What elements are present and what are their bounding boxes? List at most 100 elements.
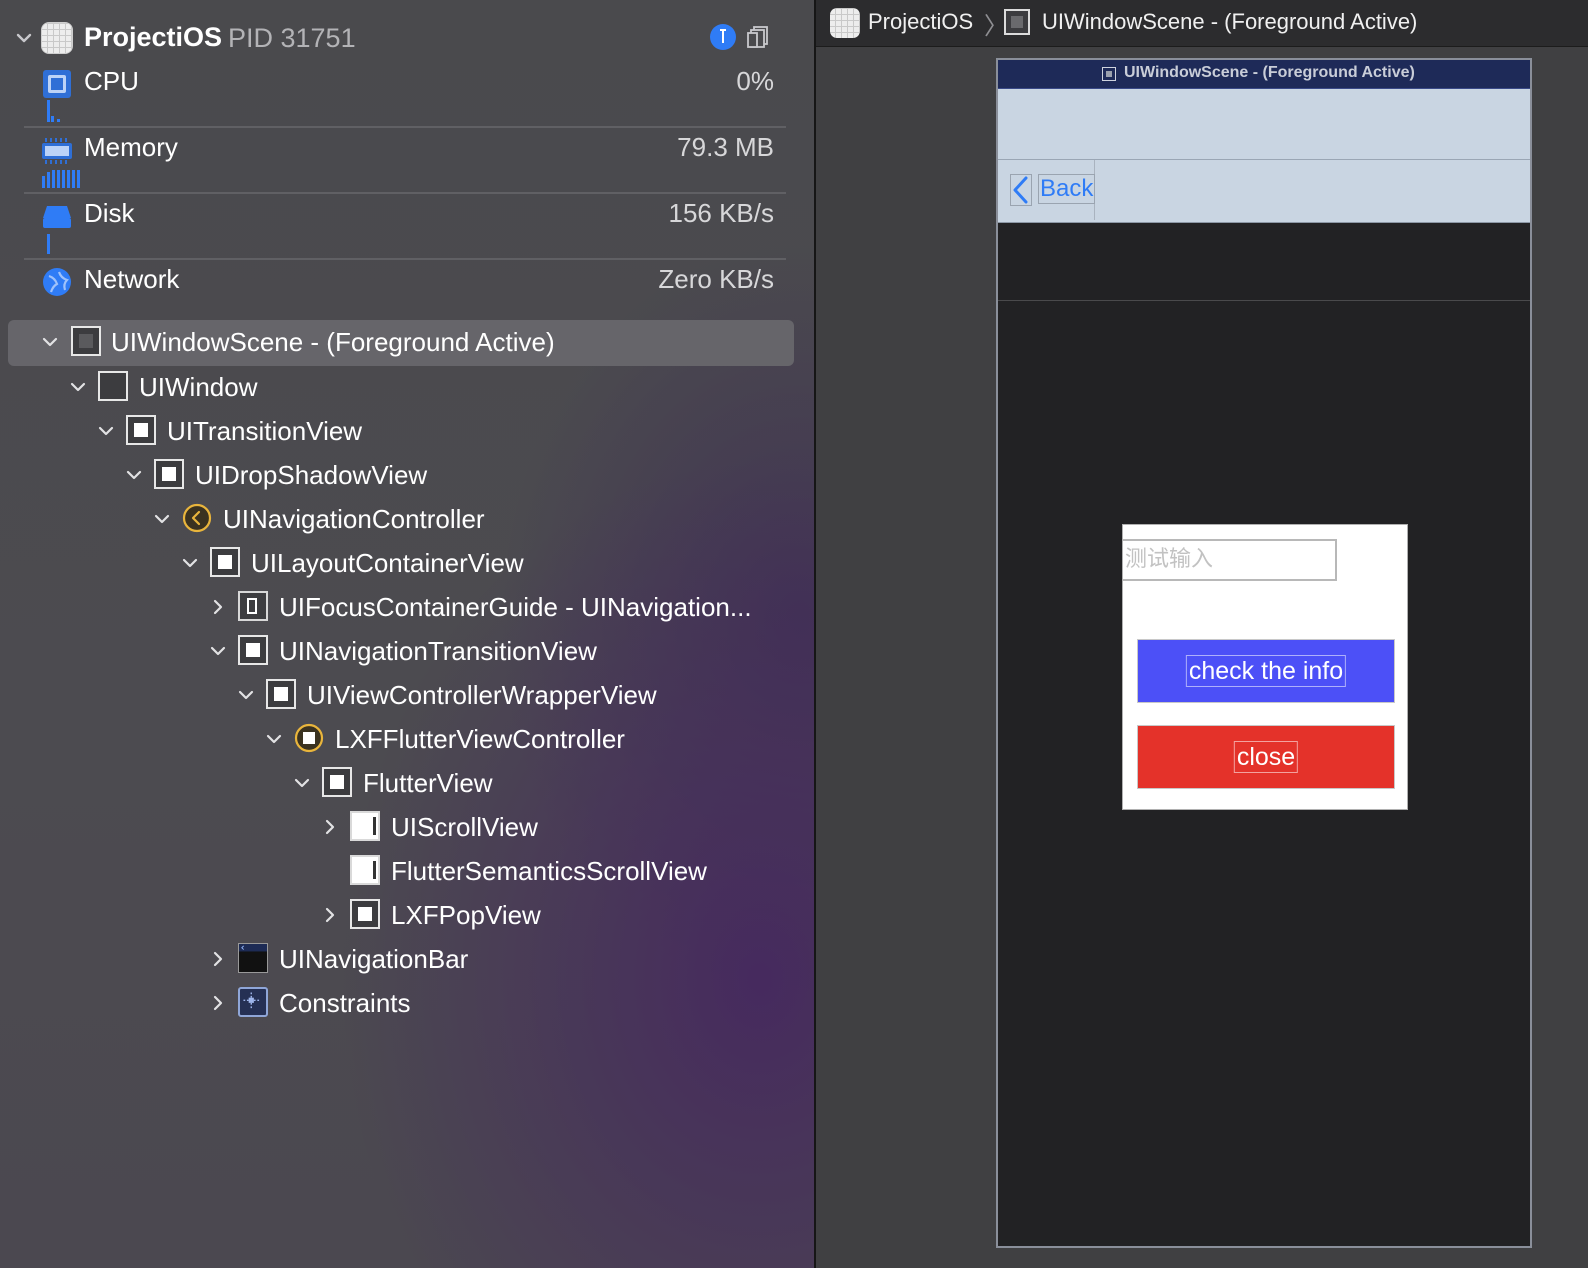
jump-bar-app[interactable]: ProjectiOS [868, 9, 973, 35]
navigation-bar-view[interactable]: Back [998, 160, 1530, 223]
chevron-right-icon[interactable] [210, 951, 226, 967]
gauge-value: 156 KB/s [668, 198, 774, 228]
pop-view[interactable]: check the info close [1122, 524, 1408, 810]
tree-item-constraints[interactable]: Constraints [0, 981, 814, 1025]
tree-item-uinavigationbar[interactable]: UINavigationBar [0, 937, 814, 981]
process-row[interactable]: ProjectiOS PID 31751 [0, 16, 814, 60]
scene-icon [1102, 67, 1116, 81]
scrollview-icon [350, 811, 380, 841]
chevron-down-icon[interactable] [154, 511, 170, 527]
constraints-icon [238, 987, 268, 1017]
view-icon [126, 415, 156, 445]
window-icon [98, 371, 128, 401]
chevron-down-icon[interactable] [266, 731, 282, 747]
gauge-value: 79.3 MB [677, 132, 774, 162]
view-icon [210, 547, 240, 577]
chevron-down-icon[interactable] [14, 28, 34, 48]
tree-item-uidropshadowview[interactable]: UIDropShadowView [0, 453, 814, 497]
debug-navigator: ProjectiOS PID 31751 CPU 0% Memory 79.3 … [0, 0, 814, 1268]
gauge-label: Memory [84, 132, 178, 162]
view-icon [322, 767, 352, 797]
tree-item-label: UIWindowScene - (Foreground Active) [111, 327, 555, 357]
tree-item-uiviewcontrollerwrapperview[interactable]: UIViewControllerWrapperView [0, 673, 814, 717]
tree-item-label: UIDropShadowView [195, 460, 428, 490]
close-button[interactable]: close [1137, 725, 1395, 789]
gauge-cpu[interactable]: CPU 0% [0, 62, 814, 128]
view-icon [238, 635, 268, 665]
tree-item-lxfpopview[interactable]: LXFPopView [0, 893, 814, 937]
navigation-bar-icon [238, 943, 268, 973]
tree-item-uifocuscontainerguide[interactable]: UIFocusContainerGuide - UINavigation... [0, 585, 814, 629]
tree-item-label: LXFPopView [391, 900, 541, 930]
gauge-value: Zero KB/s [658, 264, 774, 294]
chevron-right-icon[interactable] [210, 995, 226, 1011]
network-icon [43, 268, 71, 296]
tree-item-uiscrollview[interactable]: UIScrollView [0, 805, 814, 849]
status-bar-view[interactable] [998, 89, 1530, 160]
view-icon [350, 899, 380, 929]
tree-item-uiwindow[interactable]: UIWindow [0, 365, 814, 409]
close-label: close [1233, 741, 1299, 773]
scene-title-bar: UIWindowScene - (Foreground Active) [998, 60, 1530, 89]
tree-item-uiwindowscene[interactable]: UIWindowScene - (Foreground Active) [8, 320, 794, 366]
gauge-value: 0% [736, 66, 774, 96]
tree-item-label: UINavigationTransitionView [279, 636, 597, 666]
memory-icon [42, 138, 72, 164]
disk-sparkline [47, 234, 50, 254]
tree-item-label: UIFocusContainerGuide - UINavigation... [279, 592, 752, 622]
tree-item-flutterview[interactable]: FlutterView [0, 761, 814, 805]
chevron-down-icon[interactable] [238, 687, 254, 703]
back-label[interactable]: Back [1038, 174, 1096, 204]
tree-item-label: UILayoutContainerView [251, 548, 524, 578]
view-icon [154, 459, 184, 489]
tree-item-label: UIWindow [139, 372, 258, 402]
tree-item-label: FlutterView [363, 768, 493, 798]
check-info-button[interactable]: check the info [1137, 639, 1395, 703]
tree-item-label: UIScrollView [391, 812, 538, 842]
check-info-label: check the info [1185, 655, 1347, 687]
chevron-down-icon[interactable] [126, 467, 142, 483]
tree-item-label: UINavigationController [223, 504, 485, 534]
process-name: ProjectiOS [84, 22, 223, 52]
chevron-right-icon[interactable] [322, 907, 338, 923]
cpu-icon [43, 70, 71, 98]
chevron-down-icon[interactable] [210, 643, 226, 659]
chevron-down-icon[interactable] [182, 555, 198, 571]
info-icon[interactable] [710, 24, 736, 50]
jump-bar: ProjectiOS 〉 UIWindowScene - (Foreground… [816, 0, 1588, 47]
tree-item-uilayoutcontainerview[interactable]: UILayoutContainerView [0, 541, 814, 585]
tree-item-lxfflutterviewcontroller[interactable]: LXFFlutterViewController [0, 717, 814, 761]
tree-item-label: UIViewControllerWrapperView [307, 680, 657, 710]
test-input-field[interactable] [1123, 539, 1337, 581]
jump-bar-scene[interactable]: UIWindowScene - (Foreground Active) [1042, 9, 1417, 35]
content-divider [998, 300, 1530, 301]
tree-item-fluttersemanticsscrollview[interactable]: FlutterSemanticsScrollView [0, 849, 814, 893]
back-button[interactable]: Back [1000, 160, 1096, 220]
chevron-left-icon [1010, 174, 1032, 206]
chevron-down-icon[interactable] [70, 379, 86, 395]
tree-item-uitransitionview[interactable]: UITransitionView [0, 409, 814, 453]
tree-item-label: FlutterSemanticsScrollView [391, 856, 707, 886]
gauge-label: Disk [84, 198, 135, 228]
chevron-down-icon[interactable] [294, 775, 310, 791]
scene-frame[interactable]: UIWindowScene - (Foreground Active) Back… [996, 58, 1532, 1248]
app-icon[interactable] [830, 8, 860, 38]
tree-item-label: LXFFlutterViewController [335, 724, 625, 754]
view-icon [266, 679, 296, 709]
gauge-memory[interactable]: Memory 79.3 MB [0, 128, 814, 194]
tree-item-uinavigationtransitionview[interactable]: UINavigationTransitionView [0, 629, 814, 673]
chevron-right-icon[interactable] [322, 819, 338, 835]
app-icon [41, 22, 73, 54]
view-debugger-canvas[interactable]: ProjectiOS 〉 UIWindowScene - (Foreground… [816, 0, 1588, 1268]
view-hierarchy-icon[interactable] [745, 24, 771, 50]
scrollview-icon [350, 855, 380, 885]
gauge-network[interactable]: Network Zero KB/s [0, 260, 814, 326]
process-pid: PID 31751 [228, 23, 356, 53]
chevron-down-icon[interactable] [42, 334, 58, 350]
test-input[interactable] [1123, 541, 1327, 577]
chevron-down-icon[interactable] [98, 423, 114, 439]
scene-icon[interactable] [1004, 9, 1030, 35]
chevron-right-icon[interactable] [210, 599, 226, 615]
tree-item-uinavigationcontroller[interactable]: UINavigationController [0, 497, 814, 541]
gauge-disk[interactable]: Disk 156 KB/s [0, 194, 814, 260]
